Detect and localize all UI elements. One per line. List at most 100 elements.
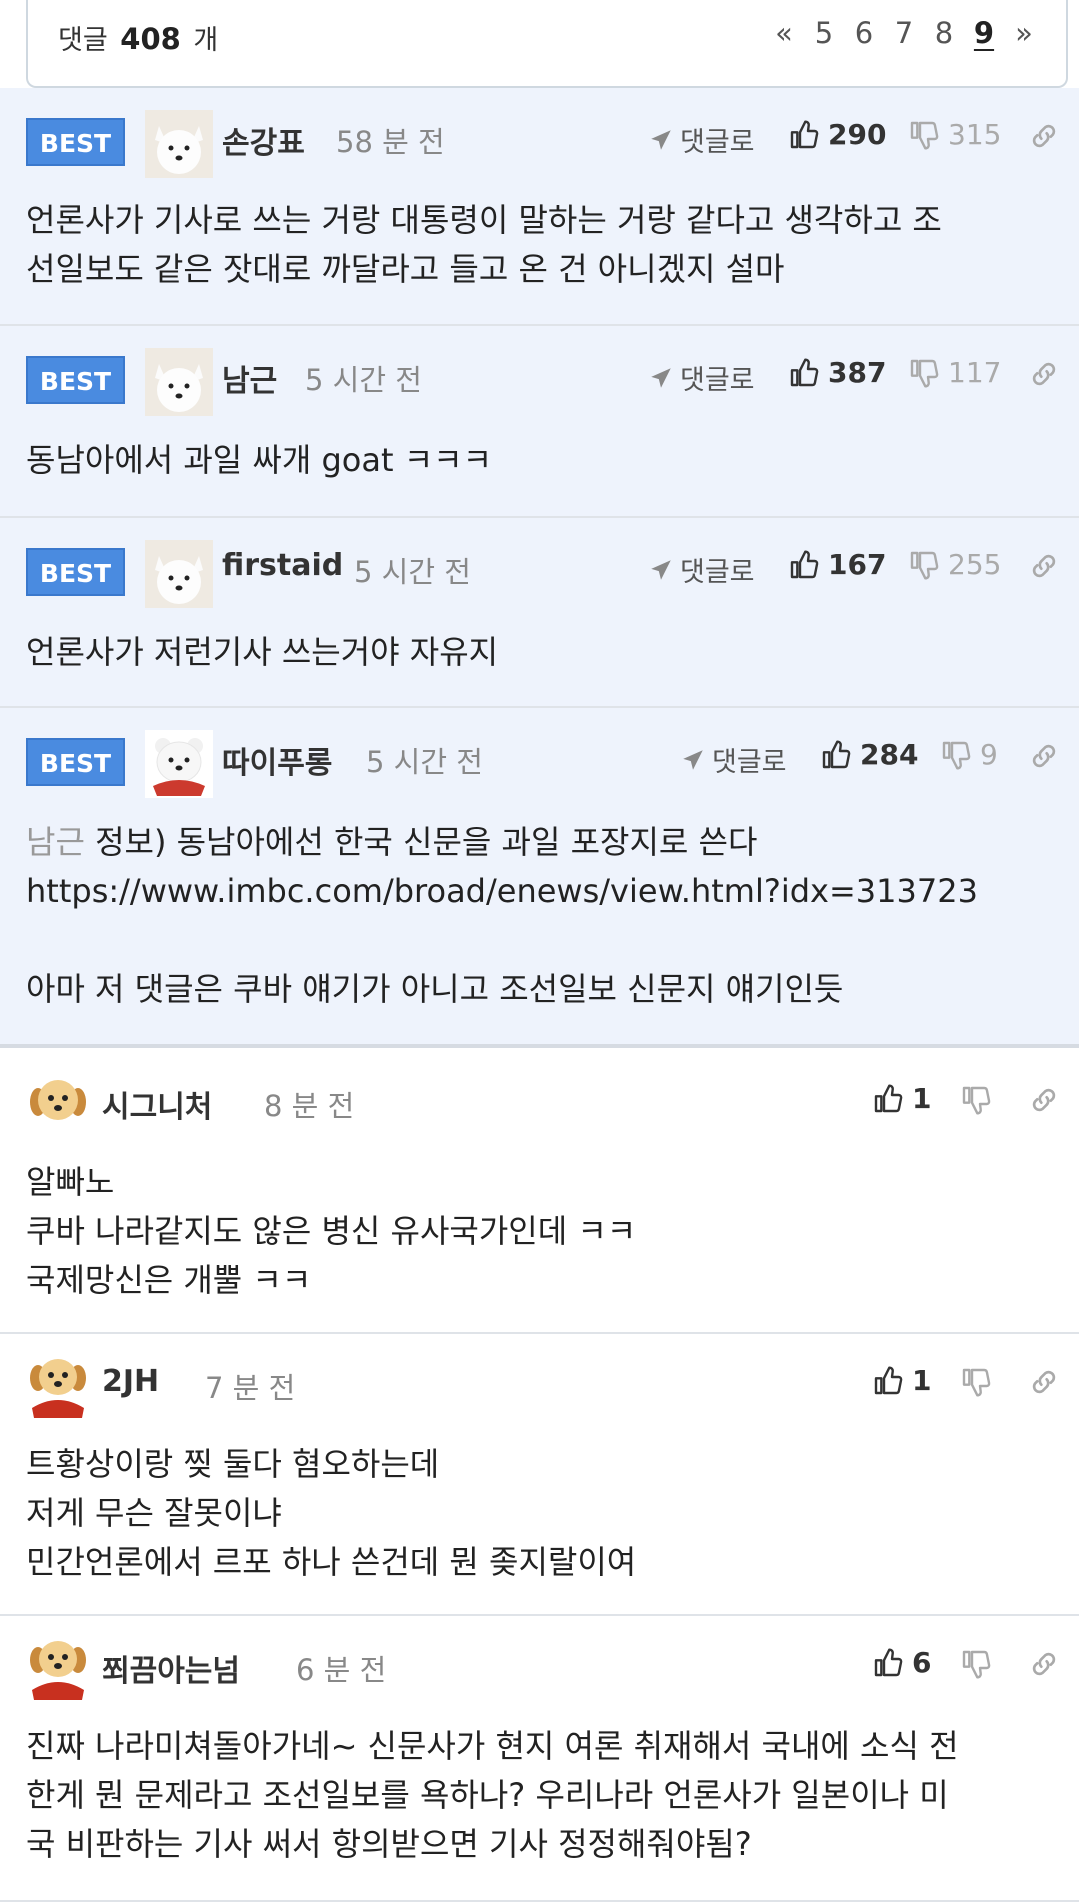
page-link[interactable]: 8 bbox=[924, 16, 964, 50]
like-count: 284 bbox=[860, 738, 919, 771]
puppy-avatar[interactable] bbox=[24, 1634, 92, 1702]
dislike-button[interactable]: 315 bbox=[908, 118, 1001, 151]
comment: 시그니처 8 분 전 1 알빠노 쿠바 나라같지도 않은 병신 유사국가인데 ㅋ… bbox=[0, 1052, 1079, 1334]
best-comment: BEST 손강표 58 분 전 댓글로 290 315 언론사가 기사로 쓰는 … bbox=[0, 88, 1079, 326]
dislike-button[interactable]: 117 bbox=[908, 356, 1001, 389]
page-link[interactable]: 7 bbox=[884, 16, 924, 50]
best-comment: BEST firstaid 5 시간 전 댓글로 167 255 언론사가 저런… bbox=[0, 518, 1079, 708]
comment-time: 58 분 전 bbox=[336, 125, 445, 159]
reply-label: 댓글로 bbox=[680, 365, 755, 396]
comment-time: 6 분 전 bbox=[296, 1653, 387, 1687]
dislike-count: 117 bbox=[948, 356, 1002, 389]
thumbs-down-icon[interactable] bbox=[960, 1084, 992, 1116]
paper-plane-icon bbox=[648, 365, 674, 391]
comment-body: 언론사가 저런기사 쓰는거야 자유지 bbox=[26, 633, 499, 671]
dislike-button[interactable]: 9 bbox=[940, 738, 998, 771]
thumbs-down-icon bbox=[908, 549, 940, 581]
count-suffix: 개 bbox=[193, 25, 219, 56]
paper-plane-icon bbox=[680, 747, 706, 773]
white-dog-avatar[interactable] bbox=[145, 540, 213, 608]
puppy-avatar[interactable] bbox=[24, 1070, 92, 1138]
comment-author[interactable]: 따이푸롱 bbox=[222, 738, 332, 782]
comment-time: 5 시간 전 bbox=[305, 363, 422, 397]
best-badge: BEST bbox=[26, 356, 125, 404]
comment-author[interactable]: 쬐끔아는넘 bbox=[102, 1646, 240, 1690]
link-icon[interactable] bbox=[1028, 120, 1060, 152]
thumbs-down-icon bbox=[908, 119, 940, 151]
count-value: 408 bbox=[120, 22, 181, 56]
dislike-count: 255 bbox=[948, 548, 1002, 581]
like-button[interactable]: 284 bbox=[820, 738, 918, 771]
pagination: « 5 6 7 8 9 » bbox=[764, 16, 1044, 50]
comment-quote: 남근 정보) 동남아에선 한국 신문을 과일 포장지로 쓴다 bbox=[26, 818, 1059, 867]
like-button[interactable]: 1 bbox=[872, 1082, 931, 1115]
page-first-button[interactable]: « bbox=[764, 16, 804, 50]
reply-button[interactable]: 댓글로 bbox=[648, 358, 755, 397]
white-dog-avatar[interactable] bbox=[145, 348, 213, 416]
comment-header: 댓글 408 개 « 5 6 7 8 9 » bbox=[26, 0, 1068, 88]
page-link[interactable]: 5 bbox=[804, 16, 844, 50]
comment-author[interactable]: 손강표 bbox=[222, 118, 305, 162]
thumbs-up-icon bbox=[872, 1365, 904, 1397]
comment-author[interactable]: firstaid bbox=[222, 548, 343, 583]
comment-body: 언론사가 기사로 쓰는 거랑 대통령이 말하는 거랑 같다고 생각하고 조 선일… bbox=[26, 201, 942, 288]
comment-time: 5 시간 전 bbox=[366, 745, 483, 779]
thumbs-down-icon bbox=[940, 739, 972, 771]
white-dog-avatar[interactable] bbox=[145, 110, 213, 178]
comment-author[interactable]: 남근 bbox=[222, 356, 277, 400]
thumbs-up-icon bbox=[820, 739, 852, 771]
count-prefix: 댓글 bbox=[58, 25, 108, 56]
like-count: 167 bbox=[828, 548, 887, 581]
like-button[interactable]: 6 bbox=[872, 1646, 931, 1679]
like-button[interactable]: 167 bbox=[788, 548, 886, 581]
like-count: 1 bbox=[912, 1082, 932, 1115]
puppy-avatar[interactable] bbox=[24, 1352, 92, 1420]
thumbs-up-icon bbox=[788, 549, 820, 581]
comment-time: 7 분 전 bbox=[205, 1371, 296, 1405]
like-button[interactable]: 290 bbox=[788, 118, 886, 151]
comment-body: 알빠노 쿠바 나라같지도 않은 병신 유사국가인데 ㅋㅋ 국제망신은 개뿔 ㅋㅋ bbox=[26, 1163, 637, 1299]
thumbs-up-icon bbox=[788, 357, 820, 389]
reply-button[interactable]: 댓글로 bbox=[680, 740, 787, 779]
best-badge: BEST bbox=[26, 738, 125, 786]
page-current[interactable]: 9 bbox=[964, 16, 1004, 50]
reply-label: 댓글로 bbox=[680, 557, 755, 588]
like-count: 1 bbox=[912, 1364, 932, 1397]
link-icon[interactable] bbox=[1028, 1648, 1060, 1680]
link-icon[interactable] bbox=[1028, 1084, 1060, 1116]
comment-body: 트황상이랑 찢 둘다 혐오하는데 저게 무슨 잘못이냐 민간언론에서 르포 하나… bbox=[26, 1445, 637, 1581]
thumbs-down-icon[interactable] bbox=[960, 1648, 992, 1680]
comment-author[interactable]: 2JH bbox=[102, 1364, 159, 1399]
quoted-text: 정보) 동남아에선 한국 신문을 과일 포장지로 쓴다 bbox=[84, 823, 758, 861]
quoted-author[interactable]: 남근 bbox=[26, 823, 85, 861]
comment: 쬐끔아는넘 6 분 전 6 진짜 나라미쳐돌아가네~ 신문사가 현지 여론 취재… bbox=[0, 1616, 1079, 1902]
like-button[interactable]: 387 bbox=[788, 356, 886, 389]
comment-count: 댓글 408 개 bbox=[58, 18, 218, 57]
dislike-button[interactable]: 255 bbox=[908, 548, 1001, 581]
reply-label: 댓글로 bbox=[712, 747, 787, 778]
like-count: 387 bbox=[828, 356, 887, 389]
like-count: 290 bbox=[828, 118, 887, 151]
page-last-button[interactable]: » bbox=[1004, 16, 1044, 50]
comment-body: https://www.imbc.com/broad/enews/view.ht… bbox=[26, 872, 978, 1008]
like-count: 6 bbox=[912, 1646, 932, 1679]
thumbs-up-icon bbox=[872, 1083, 904, 1115]
link-icon[interactable] bbox=[1028, 740, 1060, 772]
like-button[interactable]: 1 bbox=[872, 1364, 931, 1397]
best-comment: BEST 따이푸롱 5 시간 전 댓글로 284 9 남근 정보) 동남아에선 … bbox=[0, 708, 1079, 1048]
thumbs-down-icon[interactable] bbox=[960, 1366, 992, 1398]
comment-author[interactable]: 시그니처 bbox=[102, 1082, 212, 1126]
link-icon[interactable] bbox=[1028, 1366, 1060, 1398]
best-badge: BEST bbox=[26, 548, 125, 596]
page-link[interactable]: 6 bbox=[844, 16, 884, 50]
link-icon[interactable] bbox=[1028, 550, 1060, 582]
comment-time: 5 시간 전 bbox=[354, 555, 471, 589]
link-icon[interactable] bbox=[1028, 358, 1060, 390]
reply-button[interactable]: 댓글로 bbox=[648, 120, 755, 159]
reply-button[interactable]: 댓글로 bbox=[648, 550, 755, 589]
thumbs-down-icon bbox=[908, 357, 940, 389]
white-bear-avatar[interactable] bbox=[145, 730, 213, 798]
best-badge: BEST bbox=[26, 118, 125, 166]
comment-body: 진짜 나라미쳐돌아가네~ 신문사가 현지 여론 취재해서 국내에 소식 전 한게… bbox=[26, 1727, 959, 1863]
paper-plane-icon bbox=[648, 127, 674, 153]
